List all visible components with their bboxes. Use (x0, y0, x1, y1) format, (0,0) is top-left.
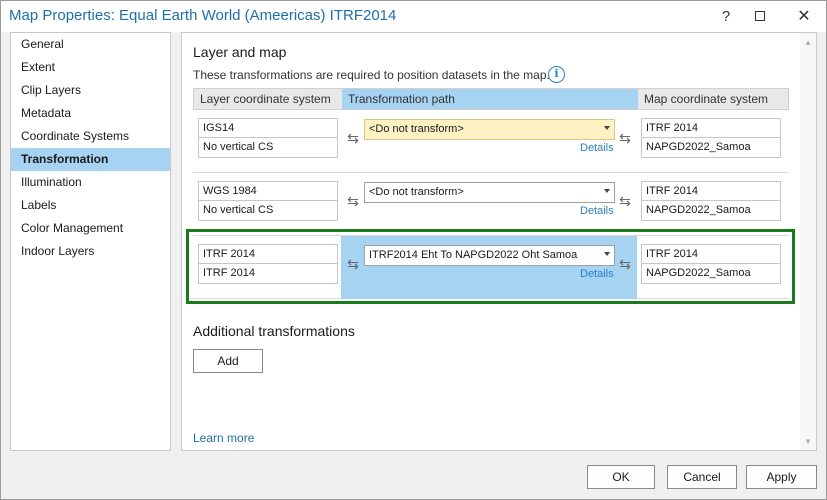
column-header-path: Transformation path (342, 89, 638, 109)
sidebar-item-general[interactable]: General (11, 33, 170, 56)
sidebar-item-labels[interactable]: Labels (11, 194, 170, 217)
details-link[interactable]: Details (580, 268, 614, 280)
map-vcs-field: NAPGD2022_Samoa (641, 263, 781, 284)
additional-transformations-title: Additional transformations (193, 323, 355, 339)
sidebar-item-transformation[interactable]: Transformation (11, 148, 170, 171)
transformation-value: <Do not transform> (369, 123, 464, 135)
map-vcs-field: NAPGD2022_Samoa (641, 137, 781, 158)
title-bar: Map Properties: Equal Earth World (Ameer… (0, 0, 827, 32)
dropdown-arrow-icon (604, 252, 610, 256)
section-description: These transformations are required to po… (193, 68, 550, 82)
layer-cs-field: IGS14 (198, 118, 338, 139)
transformation-value: <Do not transform> (369, 186, 464, 198)
window-title: Map Properties: Equal Earth World (Ameer… (9, 7, 397, 24)
apply-button[interactable]: Apply (746, 465, 817, 489)
table-row-selected[interactable]: ITRF 2014 ITRF 2014 ⇆ ITRF2014 Eht To NA… (193, 236, 789, 299)
swap-arrows-icon: ⇆ (347, 130, 359, 146)
transformation-value: ITRF2014 Eht To NAPGD2022 Oht Samoa (369, 249, 578, 261)
transformation-dropdown[interactable]: <Do not transform> (364, 182, 615, 203)
details-link[interactable]: Details (580, 205, 614, 217)
dropdown-arrow-icon (604, 126, 610, 130)
swap-arrows-icon: ⇆ (347, 256, 359, 272)
table-row[interactable]: IGS14 No vertical CS ⇆ <Do not transform… (193, 110, 789, 173)
close-button[interactable]: ✕ (789, 4, 819, 28)
sidebar-item-metadata[interactable]: Metadata (11, 102, 170, 125)
help-button[interactable]: ? (711, 4, 741, 28)
info-icon[interactable]: i (548, 66, 565, 83)
transformation-dropdown[interactable]: <Do not transform> (364, 119, 615, 140)
swap-arrows-icon: ⇆ (619, 130, 631, 146)
scroll-up-icon[interactable]: ▲ (804, 38, 812, 47)
layer-cs-field: ITRF 2014 (198, 244, 338, 265)
cancel-button[interactable]: Cancel (667, 465, 737, 489)
sidebar: General Extent Clip Layers Metadata Coor… (10, 32, 171, 451)
sidebar-item-illumination[interactable]: Illumination (11, 171, 170, 194)
ok-button[interactable]: OK (587, 465, 655, 489)
details-link[interactable]: Details (580, 142, 614, 154)
sidebar-item-clip-layers[interactable]: Clip Layers (11, 79, 170, 102)
swap-arrows-icon: ⇆ (619, 193, 631, 209)
layer-cs-field: WGS 1984 (198, 181, 338, 202)
maximize-icon (755, 11, 765, 21)
layer-vcs-field: No vertical CS (198, 137, 338, 158)
map-vcs-field: NAPGD2022_Samoa (641, 200, 781, 221)
sidebar-item-color-management[interactable]: Color Management (11, 217, 170, 240)
layer-vcs-field: ITRF 2014 (198, 263, 338, 284)
swap-arrows-icon: ⇆ (619, 256, 631, 272)
transformation-grid: Layer coordinate system Transformation p… (193, 88, 789, 110)
table-row[interactable]: WGS 1984 No vertical CS ⇆ <Do not transf… (193, 173, 789, 236)
layer-vcs-field: No vertical CS (198, 200, 338, 221)
vertical-scrollbar[interactable]: ▲ ▼ (800, 33, 816, 450)
maximize-button[interactable] (745, 4, 775, 28)
transformation-dropdown[interactable]: ITRF2014 Eht To NAPGD2022 Oht Samoa (364, 245, 615, 266)
scroll-down-icon[interactable]: ▼ (804, 437, 812, 446)
content-panel: Layer and map These transformations are … (181, 32, 817, 451)
section-title: Layer and map (193, 44, 287, 60)
swap-arrows-icon: ⇆ (347, 193, 359, 209)
column-header-layer: Layer coordinate system (200, 92, 331, 106)
grid-header: Layer coordinate system Transformation p… (193, 88, 789, 110)
learn-more-link[interactable]: Learn more (193, 431, 254, 445)
map-cs-field: ITRF 2014 (641, 118, 781, 139)
sidebar-item-coordinate-systems[interactable]: Coordinate Systems (11, 125, 170, 148)
map-cs-field: ITRF 2014 (641, 181, 781, 202)
sidebar-item-extent[interactable]: Extent (11, 56, 170, 79)
map-cs-field: ITRF 2014 (641, 244, 781, 265)
column-header-map: Map coordinate system (644, 92, 769, 106)
dropdown-arrow-icon (604, 189, 610, 193)
sidebar-item-indoor-layers[interactable]: Indoor Layers (11, 240, 170, 263)
add-button[interactable]: Add (193, 349, 263, 373)
